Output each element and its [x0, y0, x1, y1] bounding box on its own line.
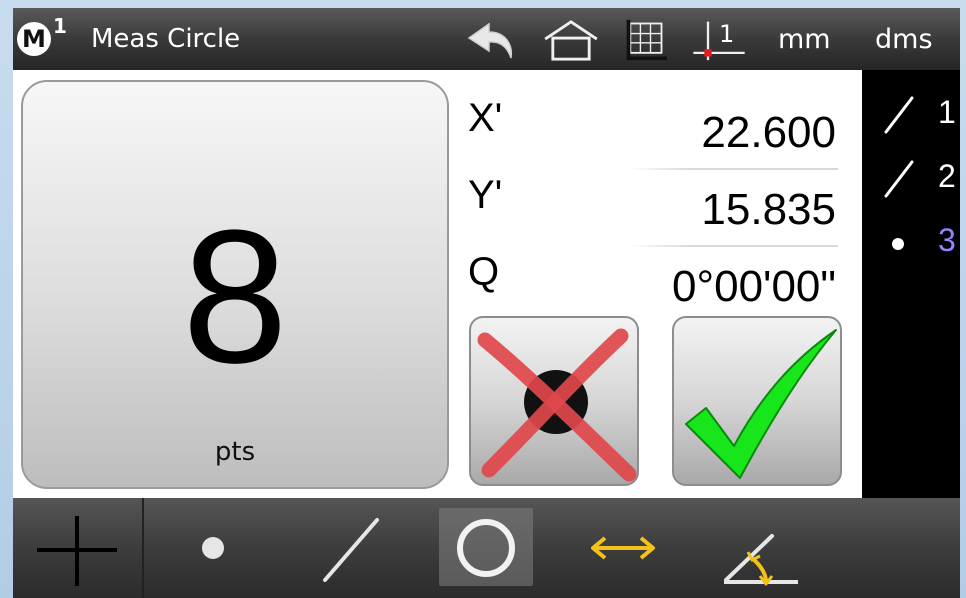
circle-icon	[457, 519, 515, 577]
angle-icon	[724, 534, 798, 586]
feature-item-active[interactable]: 3	[862, 210, 960, 270]
accept-button[interactable]	[672, 316, 842, 486]
divider	[142, 498, 144, 598]
points-panel[interactable]: 8 pts	[21, 80, 449, 489]
point-tool-button[interactable]	[173, 498, 273, 598]
coord-value: 0°00'00"	[672, 262, 836, 311]
point-icon	[892, 238, 904, 250]
divider	[628, 245, 838, 247]
checkmark-icon	[685, 329, 837, 479]
mode-number: 1	[53, 14, 67, 38]
coord-value: 22.600	[701, 108, 836, 157]
angle-format-toggle[interactable]: dms	[875, 24, 933, 55]
coord-row-x: X' 22.600	[468, 96, 838, 170]
coord-label: X'	[468, 96, 503, 140]
line-icon	[884, 160, 914, 198]
coord-label: Q	[468, 250, 500, 294]
feature-number: 3	[938, 222, 956, 258]
distance-icon	[591, 536, 655, 560]
top-bar: M 1 Meas Circle 1 mm dms	[13, 8, 960, 70]
line-icon	[323, 518, 379, 582]
feature-item[interactable]: 1	[862, 82, 960, 142]
crosshair-tool-button[interactable]	[13, 498, 141, 598]
bottom-toolbar	[13, 498, 960, 598]
mode-badge[interactable]: M	[17, 22, 51, 56]
datum-number: 1	[719, 20, 735, 48]
coord-row-y: Y' 15.835	[468, 173, 838, 247]
feature-item[interactable]: 2	[862, 146, 960, 206]
point-icon	[202, 537, 224, 559]
units-toggle[interactable]: mm	[778, 24, 831, 55]
mode-title: Meas Circle	[91, 24, 241, 54]
coord-value: 15.835	[701, 185, 836, 234]
grid-icon[interactable]	[619, 18, 671, 62]
crosshair-icon	[37, 516, 117, 586]
undo-icon[interactable]	[461, 18, 525, 62]
cancel-icon	[477, 328, 637, 482]
coord-label: Y'	[468, 173, 503, 217]
angle-tool-button[interactable]	[708, 498, 818, 598]
line-tool-button[interactable]	[303, 498, 413, 598]
feature-list: 1 2 3	[862, 70, 960, 498]
coord-row-q: Q 0°00'00"	[468, 250, 838, 324]
distance-tool-button[interactable]	[573, 498, 673, 598]
points-count: 8	[182, 191, 288, 403]
line-icon	[884, 96, 914, 134]
divider	[628, 168, 838, 170]
feature-number: 1	[938, 94, 956, 130]
feature-number: 2	[938, 158, 956, 194]
home-icon[interactable]	[540, 18, 602, 62]
dro-screen: M 1 Meas Circle 1 mm dms 8 pts X' 22.600…	[13, 8, 960, 598]
cancel-button[interactable]	[469, 316, 639, 486]
circle-tool-button[interactable]	[439, 498, 533, 598]
points-label: pts	[214, 437, 256, 467]
